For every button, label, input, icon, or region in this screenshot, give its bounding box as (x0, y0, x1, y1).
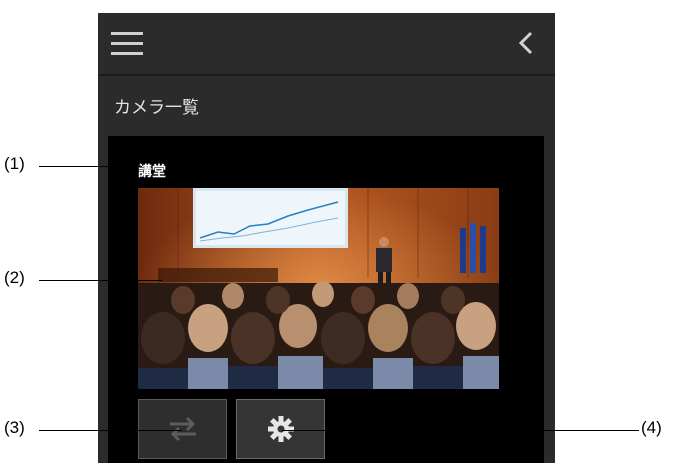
hamburger-menu-icon[interactable] (111, 29, 143, 57)
callout-3-leader (39, 430, 182, 431)
callout-2-label: (2) (4, 268, 25, 287)
camera-panel: カメラ一覧 講堂 (98, 13, 555, 463)
chevron-left-icon[interactable] (513, 28, 537, 58)
camera-name: 講堂 (138, 163, 166, 179)
callout-2-leader (39, 280, 162, 281)
callout-1-label: (1) (4, 154, 25, 173)
callout-1-leader (39, 166, 142, 167)
camera-thumbnail[interactable] (138, 188, 499, 389)
camera-settings-button[interactable] (236, 399, 325, 459)
callout-4-label: (4) (641, 418, 662, 437)
callout-3-label: (3) (4, 418, 25, 437)
swap-arrows-icon (169, 416, 196, 442)
callout-4-leader (282, 430, 639, 431)
camera-card: 講堂 (108, 136, 544, 463)
gear-icon (267, 416, 294, 442)
top-bar (98, 13, 555, 76)
camera-list-title: カメラ一覧 (114, 98, 199, 117)
switch-camera-button[interactable] (138, 399, 227, 459)
